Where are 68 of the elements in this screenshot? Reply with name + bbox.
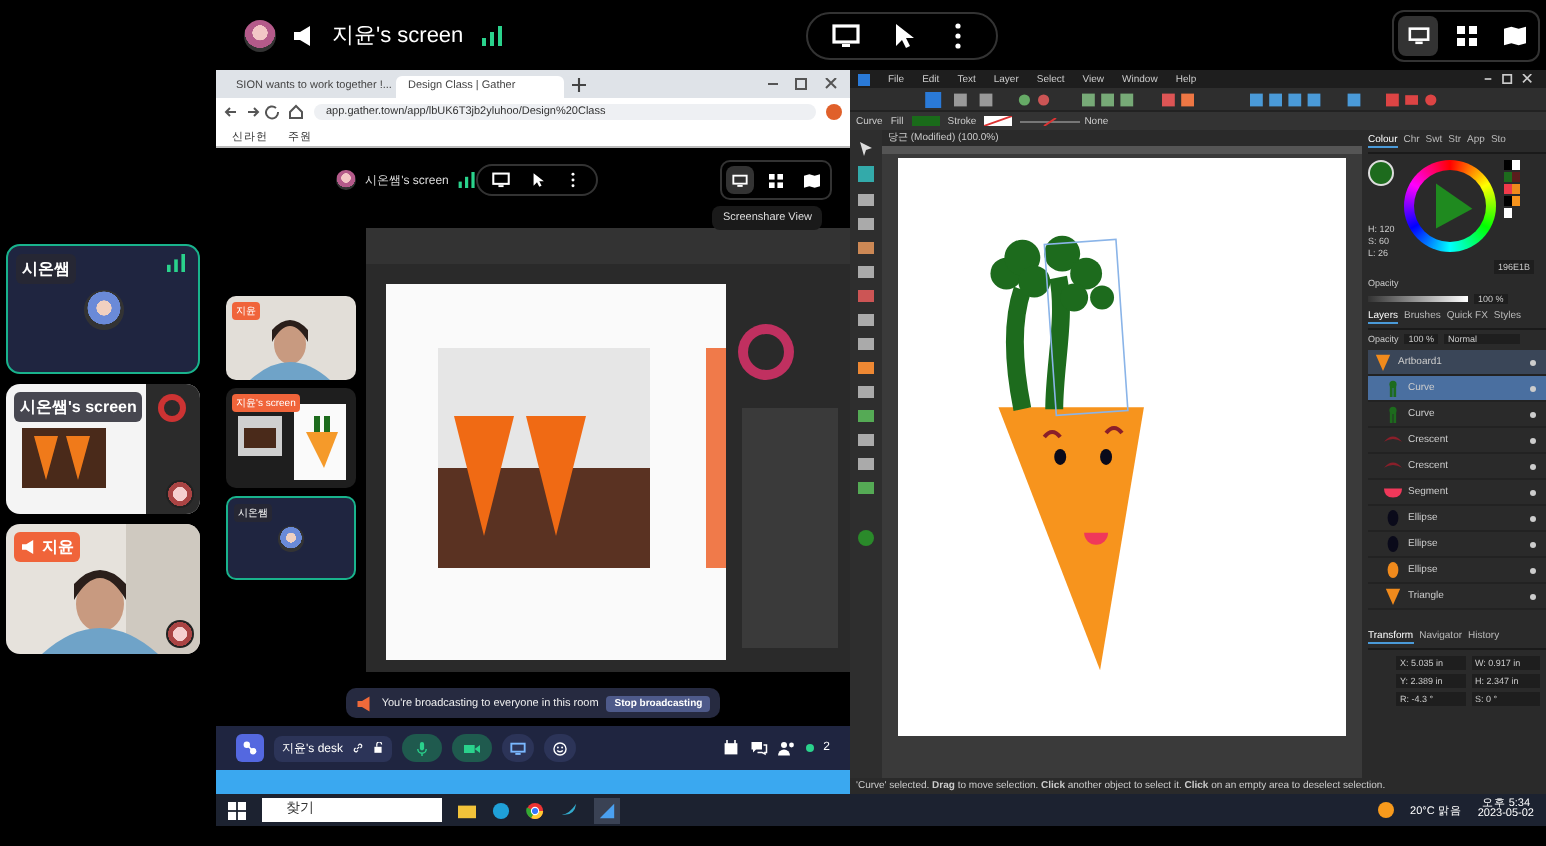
windows-start-icon[interactable] [228,801,246,819]
avatar-icon [278,525,304,551]
grid-icon [768,173,784,187]
monitor-icon [509,741,525,755]
screen-tile[interactable]: 시온쌤's screen [6,384,200,514]
edge-icon[interactable] [492,801,510,819]
pointer-icon[interactable] [528,172,546,188]
camera-button[interactable] [451,734,491,762]
avatar-icon [244,19,276,51]
microphone-icon [413,741,429,755]
fill-colour-icon[interactable] [1368,160,1394,186]
colour-swatches-icon[interactable] [1504,160,1520,220]
new-tab-icon[interactable] [572,78,586,92]
visibility-icon[interactable] [1530,489,1536,495]
visibility-icon[interactable] [1530,437,1536,443]
screenshare-view-button[interactable] [1398,15,1438,55]
link-icon[interactable] [351,742,363,754]
screenshare-view-button[interactable] [726,166,754,194]
avatar-icon [336,170,356,190]
megaphone-icon [355,695,374,711]
map-icon [1503,25,1525,45]
monitor-icon[interactable] [492,172,510,188]
stroke-swatch[interactable] [984,116,1013,126]
visibility-icon[interactable] [1530,567,1536,573]
map-icon [804,173,820,187]
grid-icon [1455,25,1477,45]
chat-icon[interactable] [749,740,768,756]
screen-title: 지윤's screen [332,22,464,50]
megaphone-icon [292,25,316,45]
signal-icon [166,254,186,272]
profile-icon[interactable] [826,104,842,120]
calendar-icon[interactable] [721,740,740,756]
colour-wheel[interactable] [1404,160,1496,252]
name-badge: 지윤 [14,532,80,562]
fill-swatch[interactable] [911,116,940,126]
people-icon[interactable] [777,740,796,756]
name-badge: 시온쌤 [16,254,76,284]
signal-icon [479,25,504,45]
opacity-slider[interactable] [1368,295,1468,301]
name-badge: 시온쌤's screen [14,392,143,422]
visibility-icon[interactable] [1530,359,1536,365]
weather-icon [1378,802,1395,818]
navigation-icon[interactable] [224,104,304,120]
app-logo-icon [858,73,870,85]
smiley-icon [551,741,567,755]
visibility-icon[interactable] [1530,515,1536,521]
folder-icon[interactable] [458,801,476,819]
microphone-button[interactable] [401,734,441,762]
visibility-icon[interactable] [1530,593,1536,599]
screen-share-button[interactable] [501,734,533,762]
online-dot-icon [805,744,814,752]
avatar-icon [83,289,123,329]
emoji-button[interactable] [543,734,575,762]
monitor-icon [732,173,748,187]
monitor-icon[interactable] [832,21,860,49]
gather-logo-icon[interactable] [236,734,264,762]
window-controls-icon[interactable] [766,78,838,90]
visibility-icon[interactable] [1530,463,1536,469]
bird-icon[interactable] [560,801,578,819]
designer-app-icon[interactable] [594,797,620,823]
visibility-icon[interactable] [1530,411,1536,417]
signal-icon [458,172,476,188]
camera-icon [463,741,479,755]
lock-icon[interactable] [371,742,383,754]
monitor-icon [1407,25,1429,45]
participant-tile[interactable]: 시온쌤 [6,244,200,374]
visibility-icon[interactable] [1530,541,1536,547]
chrome-icon[interactable] [526,801,544,819]
